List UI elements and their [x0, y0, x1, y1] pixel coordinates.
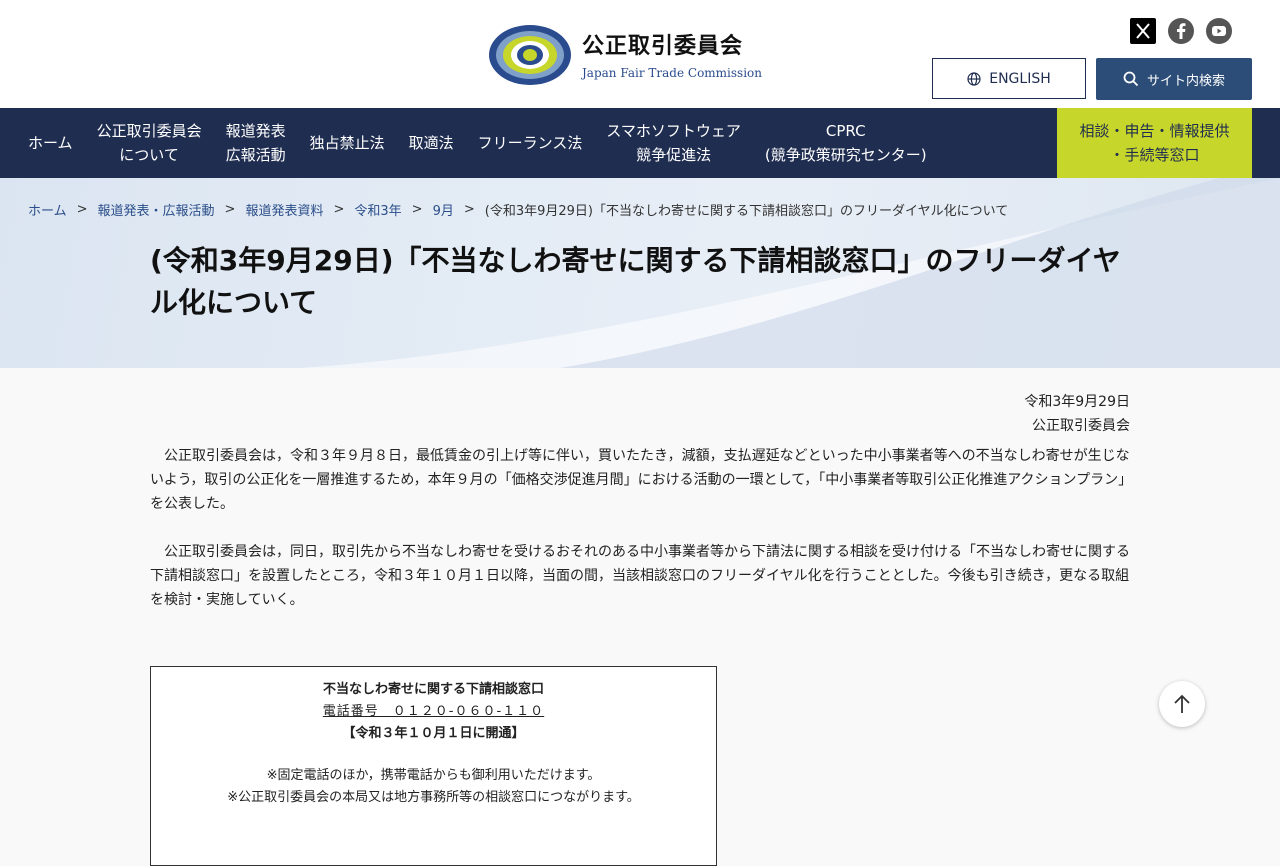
logo-japanese-name: 公正取引委員会 — [582, 34, 744, 59]
breadcrumb-month[interactable]: 9月 — [433, 200, 454, 219]
nav-consultation-cta[interactable]: 相談・申告・情報提供 ・手続等窓口 — [1057, 108, 1252, 178]
release-issuer: 公正取引委員会 — [1032, 418, 1130, 434]
box-phone: 電話番号 ０１２０-０６０-１１０ — [322, 704, 545, 719]
nav-about[interactable]: 公正取引委員会 について — [85, 108, 214, 178]
nav-press[interactable]: 報道発表 広報活動 — [214, 108, 298, 178]
page-title: (令和3年9月29日)「不当なしわ寄せに関する下請相談窓口」のフリーダイヤル化に… — [150, 244, 1121, 319]
jftc-emblem-icon — [489, 25, 571, 85]
body-paragraph: 公正取引委員会は，令和３年９月８日，最低賃金の引上げ等に伴い，買いたたき，減額，… — [150, 448, 1130, 512]
breadcrumb-press-releases[interactable]: 報道発表資料 — [245, 200, 323, 219]
english-button[interactable]: ENGLISH — [932, 58, 1086, 99]
breadcrumb-separator: > — [463, 202, 475, 217]
social-links — [1130, 18, 1232, 44]
box-opening: 【令和３年１０月１日に開通】 — [342, 726, 525, 741]
release-date: 令和3年9月29日 — [1024, 394, 1130, 410]
globe-icon — [967, 71, 981, 86]
nav-freelance[interactable]: フリーランス法 — [466, 108, 595, 178]
breadcrumb: ホーム > 報道発表・広報活動 > 報道発表資料 > 令和3年 > 9月 > (… — [28, 200, 1008, 219]
body-paragraph: 公正取引委員会は，同日，取引先から不当なしわ寄せを受けるおそれのある中小事業者等… — [150, 544, 1130, 608]
nav-antimonopoly[interactable]: 独占禁止法 — [298, 108, 397, 178]
youtube-icon[interactable] — [1206, 18, 1232, 44]
breadcrumb-home[interactable]: ホーム — [28, 200, 67, 219]
release-meta: 令和3年9月29日 公正取引委員会 — [150, 390, 1130, 438]
nav-cprc[interactable]: CPRC (競争政策研究センター) — [753, 108, 939, 178]
scroll-to-top-button[interactable] — [1159, 681, 1205, 727]
box-note: ※公正取引委員会の本局又は地方事務所等の相談窓口につながります。 — [227, 790, 640, 805]
search-icon — [1123, 71, 1139, 87]
box-note: ※固定電話のほか，携帯電話からも御利用いただけます。 — [266, 768, 601, 783]
breadcrumb-current: (令和3年9月29日)「不当なしわ寄せに関する下請相談窓口」のフリーダイヤル化に… — [484, 204, 1009, 219]
breadcrumb-year[interactable]: 令和3年 — [354, 200, 401, 219]
box-title: 不当なしわ寄せに関する下請相談窓口 — [322, 682, 544, 697]
facebook-icon[interactable] — [1168, 18, 1194, 44]
page-hero: ホーム > 報道発表・広報活動 > 報道発表資料 > 令和3年 > 9月 > (… — [0, 178, 1280, 368]
breadcrumb-separator: > — [411, 202, 423, 217]
breadcrumb-separator: > — [76, 202, 88, 217]
arrow-up-icon — [1174, 694, 1190, 713]
english-button-label: ENGLISH — [989, 70, 1051, 87]
x-icon[interactable] — [1130, 18, 1156, 44]
breadcrumb-separator: > — [333, 202, 345, 217]
site-header: 公正取引委員会 Japan Fair Trade Commission ENGL… — [0, 0, 1280, 108]
site-search-button[interactable]: サイト内検索 — [1096, 58, 1252, 100]
breadcrumb-separator: > — [224, 202, 236, 217]
nav-home[interactable]: ホーム — [0, 108, 85, 178]
site-logo[interactable]: 公正取引委員会 Japan Fair Trade Commission — [488, 22, 762, 86]
breadcrumb-press[interactable]: 報道発表・広報活動 — [98, 200, 215, 219]
global-nav: ホーム 公正取引委員会 について 報道発表 広報活動 独占禁止法 取適法 フリー… — [0, 108, 1280, 178]
main-content: 令和3年9月29日 公正取引委員会 公正取引委員会は，令和３年９月８日，最低賃金… — [150, 368, 1130, 866]
site-search-label: サイト内検索 — [1146, 73, 1225, 89]
consultation-info-box: 不当なしわ寄せに関する下請相談窓口 電話番号 ０１２０-０６０-１１０ 【令和３… — [150, 666, 717, 866]
nav-smartphone-software[interactable]: スマホソフトウェア 競争促進法 — [594, 108, 753, 178]
logo-english-name: Japan Fair Trade Commission — [582, 66, 762, 80]
nav-torihiki-tekisei[interactable]: 取適法 — [397, 108, 466, 178]
